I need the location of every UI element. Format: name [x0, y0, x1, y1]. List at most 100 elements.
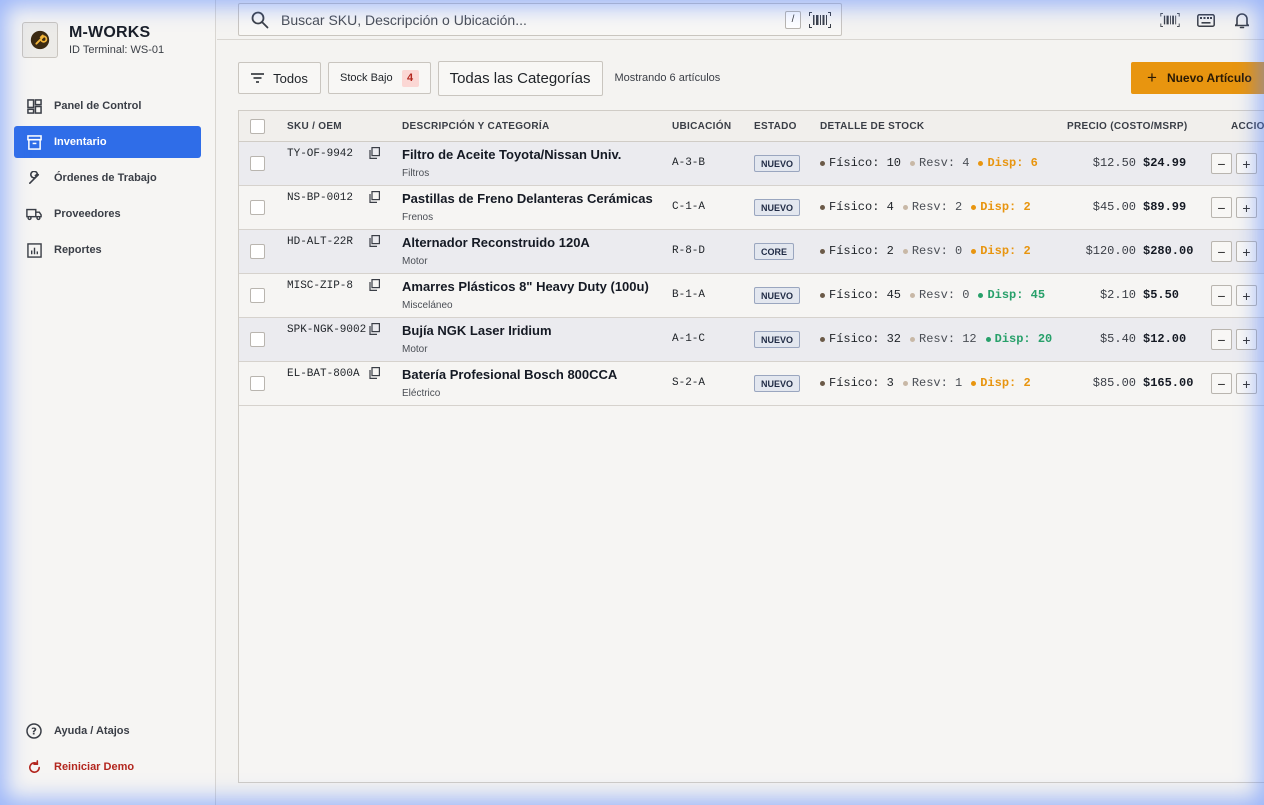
barcode-scan-icon[interactable]	[809, 11, 831, 28]
stock-available: Disp: 2	[980, 244, 1031, 258]
decrement-stock-button[interactable]: −	[1211, 153, 1232, 174]
filter-all-button[interactable]: Todos	[238, 62, 321, 94]
decrement-stock-button[interactable]: −	[1211, 329, 1232, 350]
price-msrp: $165.00	[1143, 376, 1194, 390]
table-row[interactable]: NS-BP-0012 Pastillas de Freno Delanteras…	[239, 186, 1264, 230]
top-actions	[1160, 10, 1252, 30]
low-stock-count-badge: 4	[401, 69, 419, 87]
stock-detail: Físico: 2 Resv: 0 Disp: 2	[820, 244, 1040, 258]
table-row[interactable]: TY-OF-9942 Filtro de Aceite Toyota/Nissa…	[239, 142, 1264, 186]
item-description[interactable]: Batería Profesional Bosch 800CCA	[402, 367, 617, 382]
item-category: Motor	[402, 344, 428, 355]
copy-icon[interactable]	[369, 234, 381, 252]
table-row[interactable]: EL-BAT-800A Batería Profesional Bosch 80…	[239, 362, 1264, 406]
increment-stock-button[interactable]: +	[1236, 241, 1257, 262]
restart-icon	[26, 759, 42, 775]
decrement-stock-button[interactable]: −	[1211, 285, 1232, 306]
main-nav: Panel de Control Inventario Órdenes de T…	[14, 90, 201, 270]
new-item-button[interactable]: + Nuevo Artículo	[1131, 62, 1264, 94]
price-msrp: $89.99	[1143, 200, 1187, 214]
table-header: SKU / OEM DESCRIPCIÓN Y CATEGORÍA UBICAC…	[239, 111, 1264, 142]
item-description[interactable]: Pastillas de Freno Delanteras Cerámicas	[402, 191, 653, 206]
stock-reserved: Resv: 4	[919, 156, 970, 170]
price-cost: $45.00	[1092, 200, 1136, 214]
stock-physical: Físico: 45	[829, 288, 902, 302]
table-row[interactable]: HD-ALT-22R Alternador Reconstruido 120A …	[239, 230, 1264, 274]
row-checkbox[interactable]	[250, 332, 265, 347]
sidebar-item-dashboard[interactable]: Panel de Control	[14, 90, 201, 122]
bell-icon[interactable]	[1232, 10, 1252, 30]
column-header-price[interactable]: PRECIO (COSTO/MSRP)	[1067, 121, 1188, 132]
help-shortcuts-button[interactable]: ? Ayuda / Atajos	[14, 715, 201, 747]
available-dot-icon	[971, 380, 977, 386]
stock-reserved: Resv: 2	[911, 200, 963, 214]
increment-stock-button[interactable]: +	[1236, 153, 1257, 174]
sidebar-item-inventory[interactable]: Inventario	[14, 126, 201, 158]
select-all-checkbox[interactable]	[250, 119, 265, 134]
table-row[interactable]: MISC-ZIP-8 Amarres Plásticos 8" Heavy Du…	[239, 274, 1264, 318]
item-location: R-8-D	[672, 245, 706, 257]
copy-icon[interactable]	[369, 190, 381, 208]
increment-stock-button[interactable]: +	[1236, 373, 1257, 394]
sku-code: SPK-NGK-9002	[287, 324, 367, 336]
price-cost: $2.10	[1099, 288, 1136, 302]
search-input[interactable]	[281, 11, 785, 28]
copy-icon[interactable]	[369, 146, 381, 164]
column-header-description[interactable]: DESCRIPCIÓN Y CATEGORÍA	[402, 121, 549, 132]
svg-text:?: ?	[31, 727, 37, 738]
row-checkbox[interactable]	[250, 244, 265, 259]
increment-stock-button[interactable]: +	[1236, 285, 1257, 306]
stock-reserved: Resv: 12	[919, 332, 977, 346]
price-msrp: $280.00	[1143, 244, 1194, 258]
item-description[interactable]: Bujía NGK Laser Iridium	[402, 323, 552, 338]
item-description[interactable]: Filtro de Aceite Toyota/Nissan Univ.	[402, 147, 621, 162]
barcode-icon[interactable]	[1160, 10, 1180, 30]
table-row[interactable]: SPK-NGK-9002 Bujía NGK Laser Iridium Mot…	[239, 318, 1264, 362]
increment-stock-button[interactable]: +	[1236, 197, 1257, 218]
sidebar-item-reports[interactable]: Reportes	[14, 234, 201, 266]
decrement-stock-button[interactable]: −	[1211, 241, 1232, 262]
item-description[interactable]: Amarres Plásticos 8" Heavy Duty (100u)	[402, 279, 649, 294]
price-msrp: $5.50	[1143, 288, 1180, 302]
item-description[interactable]: Alternador Reconstruido 120A	[402, 235, 590, 250]
row-checkbox[interactable]	[250, 288, 265, 303]
row-checkbox[interactable]	[250, 156, 265, 171]
column-header-sku[interactable]: SKU / OEM	[287, 121, 342, 132]
row-checkbox[interactable]	[250, 376, 265, 391]
reset-demo-button[interactable]: Reiniciar Demo	[14, 751, 201, 783]
item-category: Motor	[402, 256, 428, 267]
copy-icon[interactable]	[369, 322, 381, 340]
filter-low-stock-button[interactable]: Stock Bajo 4	[328, 62, 431, 94]
keyboard-icon[interactable]	[1196, 10, 1216, 30]
dashboard-icon	[26, 98, 42, 114]
physical-dot-icon	[820, 160, 825, 166]
increment-stock-button[interactable]: +	[1236, 329, 1257, 350]
top-bar: /	[217, 0, 1264, 40]
truck-icon	[26, 206, 42, 222]
price-cost: $120.00	[1085, 244, 1136, 258]
price-cost: $85.00	[1092, 376, 1136, 390]
column-header-status[interactable]: ESTADO	[754, 121, 797, 132]
sku-code: EL-BAT-800A	[287, 368, 360, 380]
sidebar-item-work-orders[interactable]: Órdenes de Trabajo	[14, 162, 201, 194]
copy-icon[interactable]	[369, 278, 381, 296]
reserved-dot-icon	[910, 292, 916, 298]
copy-icon[interactable]	[369, 366, 381, 384]
column-header-stock[interactable]: DETALLE DE STOCK	[820, 121, 924, 132]
row-checkbox[interactable]	[250, 200, 265, 215]
decrement-stock-button[interactable]: −	[1211, 373, 1232, 394]
decrement-stock-button[interactable]: −	[1211, 197, 1232, 218]
available-dot-icon	[978, 292, 984, 298]
price-cost: $5.40	[1099, 332, 1136, 346]
available-dot-icon	[985, 336, 991, 342]
column-header-location[interactable]: UBICACIÓN	[672, 121, 731, 132]
stock-physical: Físico: 4	[829, 200, 894, 214]
category-select[interactable]: Todas las Categorías	[437, 60, 603, 96]
item-category: Eléctrico	[402, 388, 441, 399]
category-select-value: Todas las Categorías	[449, 69, 591, 87]
stock-available: Disp: 6	[987, 156, 1038, 170]
sidebar-item-suppliers[interactable]: Proveedores	[14, 198, 201, 230]
search-icon	[251, 11, 269, 29]
status-badge: NUEVO	[754, 155, 801, 172]
status-badge: CORE	[754, 243, 795, 260]
